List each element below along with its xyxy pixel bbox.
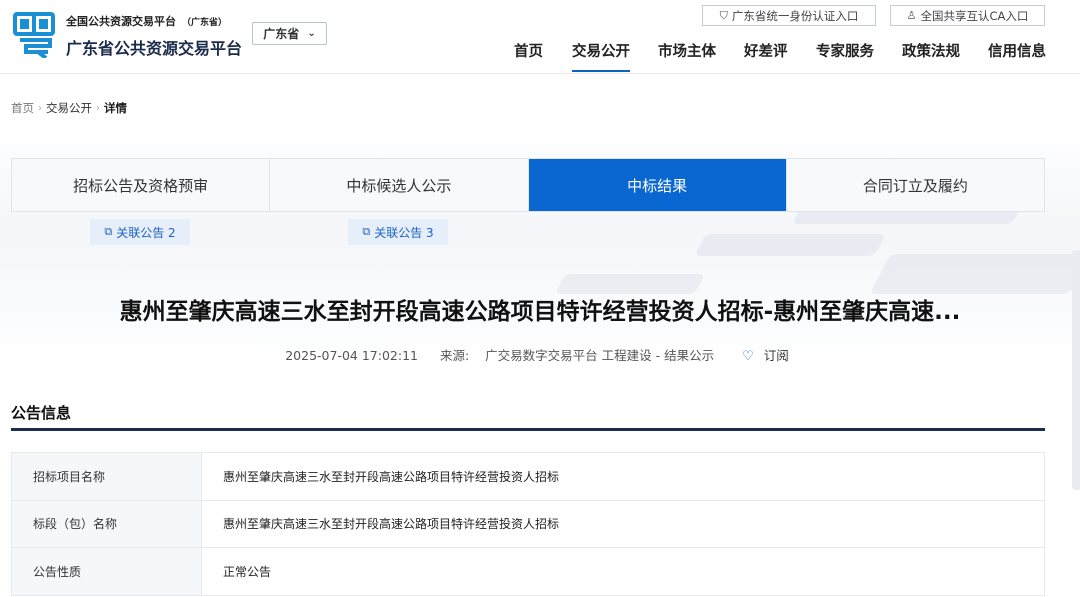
nav-item-market-entity[interactable]: 市场主体: [658, 40, 716, 72]
province-select[interactable]: 广东省 ⌄: [252, 22, 327, 45]
table-row: 公告性质 正常公告: [12, 548, 1044, 596]
main-nav: 首页 交易公开 市场主体 好差评 专家服务 政策法规 信用信息: [500, 40, 1060, 74]
brand-subtitle-text: 全国公共资源交易平台: [66, 15, 176, 28]
heart-icon: ♡: [742, 349, 754, 364]
related-announcement-label: 关联公告 2: [116, 225, 176, 240]
section-title: 公告信息: [11, 404, 72, 422]
nav-item-expert-service[interactable]: 专家服务: [816, 40, 874, 72]
unified-identity-login-label: 广东省统一身份认证入口: [731, 8, 859, 23]
chevron-right-icon: ›: [38, 102, 42, 114]
nav-item-policy[interactable]: 政策法规: [902, 40, 960, 72]
row-label: 公告性质: [12, 548, 202, 595]
tab-award-result[interactable]: 中标结果: [528, 159, 787, 211]
copy-icon: ⧉: [104, 225, 113, 238]
row-value: 惠州至肇庆高速三水至封开段高速公路项目特许经营投资人招标: [223, 517, 560, 532]
source-info: 来源: 广交易数字交易平台 工程建设 - 结果公示: [434, 348, 720, 363]
related-announcement-button[interactable]: ⧉ 关联公告 2: [90, 219, 190, 245]
announcement-info-table: 招标项目名称 惠州至肇庆高速三水至封开段高速公路项目特许经营投资人招标 标段（包…: [11, 452, 1045, 596]
row-value: 惠州至肇庆高速三水至封开段高速公路项目特许经营投资人招标: [223, 469, 560, 484]
ca-login-link[interactable]: ♙ 全国共享互认CA入口: [890, 5, 1045, 26]
breadcrumb-trading-public[interactable]: 交易公开: [46, 100, 92, 116]
related-announcement-label: 关联公告 3: [374, 225, 434, 240]
row-label: 招标项目名称: [12, 453, 202, 500]
scrollbar[interactable]: [1072, 250, 1080, 490]
article-meta: 2025-07-04 17:02:11 来源: 广交易数字交易平台 工程建设 -…: [0, 345, 1080, 364]
source-label: 来源:: [439, 348, 470, 363]
nav-item-home[interactable]: 首页: [514, 40, 543, 72]
brand-title[interactable]: 广东省公共资源交易平台: [66, 35, 242, 59]
tab-tender-notice[interactable]: 招标公告及资格预审: [12, 159, 271, 211]
nav-item-trading-public[interactable]: 交易公开: [572, 40, 630, 72]
breadcrumb: 首页 › 交易公开 › 详情: [11, 100, 127, 116]
banner-decoration: [694, 234, 886, 256]
related-announcement-button[interactable]: ⧉ 关联公告 3: [348, 219, 448, 245]
nav-item-rating[interactable]: 好差评: [744, 40, 788, 72]
chevron-right-icon: ›: [96, 102, 100, 114]
nav-item-credit-info[interactable]: 信用信息: [988, 40, 1046, 72]
province-select-value: 广东省: [263, 27, 300, 41]
user-icon: ♙: [906, 9, 917, 22]
row-label: 标段（包）名称: [12, 500, 202, 547]
breadcrumb-home[interactable]: 首页: [11, 100, 34, 116]
tab-contract[interactable]: 合同订立及履约: [786, 159, 1044, 211]
shield-icon: ⛉: [719, 8, 728, 22]
row-value: 正常公告: [223, 564, 272, 579]
breadcrumb-current: 详情: [104, 101, 127, 115]
site-header: 全国公共资源交易平台 （广东省） 广东省公共资源交易平台 广东省 ⌄ ⛉ 广东省统…: [0, 0, 1080, 74]
table-row: 标段（包）名称 惠州至肇庆高速三水至封开段高速公路项目特许经营投资人招标: [12, 500, 1044, 548]
table-row: 招标项目名称 惠州至肇庆高速三水至封开段高速公路项目特许经营投资人招标: [12, 453, 1044, 501]
section-divider: [11, 428, 1045, 431]
banner-decoration: [554, 274, 706, 294]
announcement-stage-tabs: 招标公告及资格预审 中标候选人公示 中标结果 合同订立及履约: [11, 158, 1045, 212]
brand-subtitle: 全国公共资源交易平台 （广东省）: [66, 13, 227, 29]
banner-decoration: [869, 254, 1080, 294]
tab-candidate-publicity[interactable]: 中标候选人公示: [270, 159, 529, 211]
subscribe-button[interactable]: ♡ 订阅: [736, 348, 795, 364]
brand-province-tag: （广东省）: [182, 18, 228, 28]
ca-login-label: 全国共享互认CA入口: [920, 8, 1029, 23]
chevron-down-icon: ⌄: [307, 28, 316, 39]
page-title: 惠州至肇庆高速三水至封开段高速公路项目特许经营投资人招标-惠州至肇庆高速...: [119, 299, 961, 325]
unified-identity-login-link[interactable]: ⛉ 广东省统一身份认证入口: [702, 5, 876, 26]
publish-datetime: 2025-07-04 17:02:11: [285, 348, 418, 363]
subscribe-label: 订阅: [763, 348, 789, 363]
source-value: 广交易数字交易平台 工程建设 - 结果公示: [485, 348, 715, 363]
platform-logo-icon[interactable]: [12, 12, 56, 58]
copy-icon: ⧉: [362, 225, 371, 238]
